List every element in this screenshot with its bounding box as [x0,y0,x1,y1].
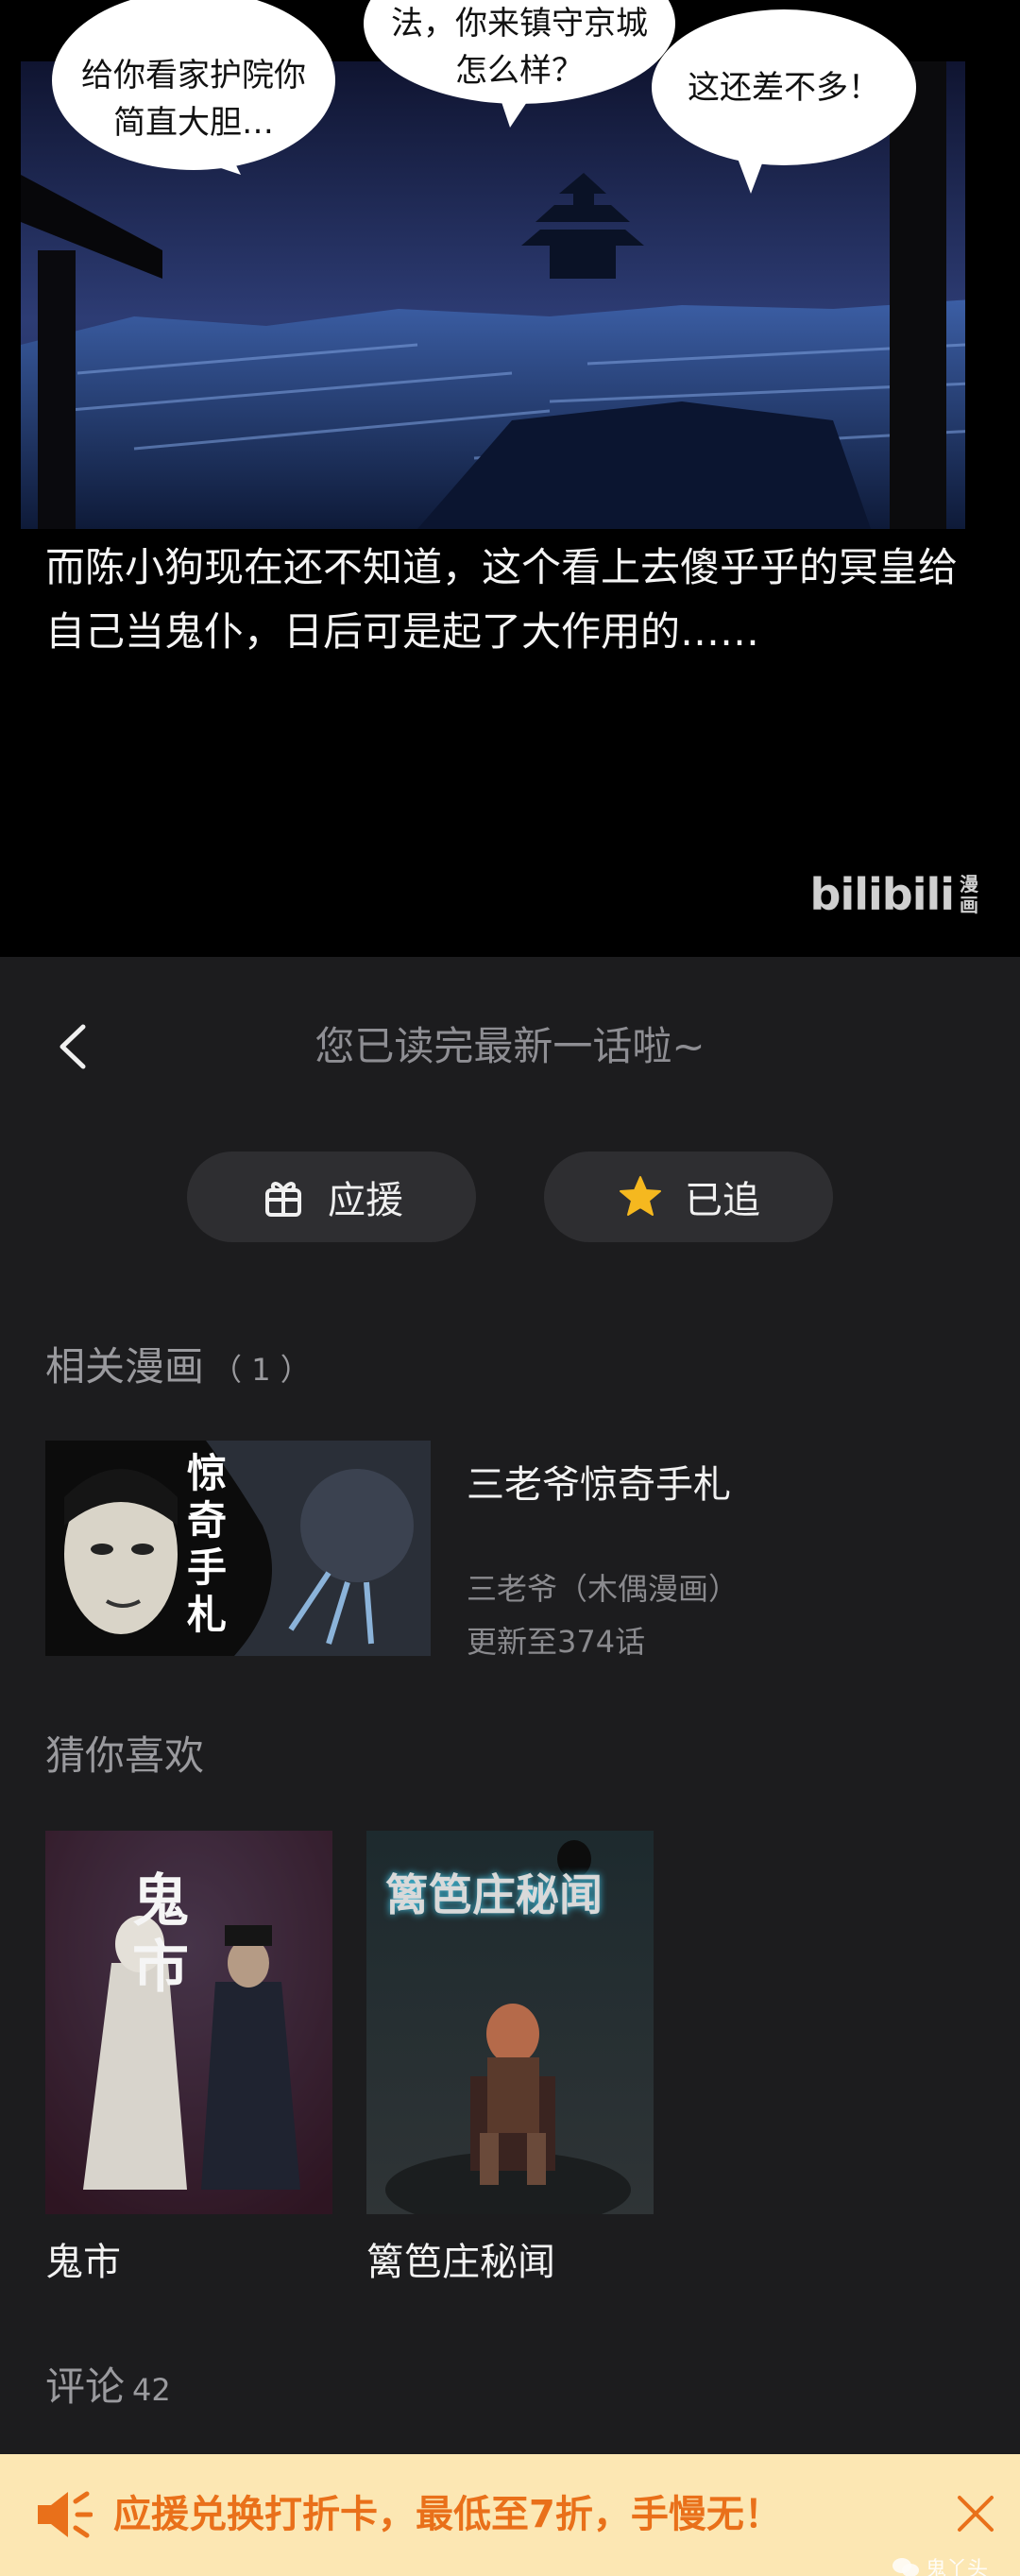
cover-title: 鬼市 [132,1868,189,2001]
promo-banner-text: 应援兑换打折卡，最低至7折，手慢无！ [113,2493,782,2536]
logo-subtext: 漫画 [960,873,978,916]
follow-button[interactable]: 已追 [544,1152,833,1242]
recommended-comic-card[interactable]: 鬼市 鬼市 [45,1831,332,2286]
comments-title-text: 评论 [45,2363,126,2410]
recommended-comic-cover: 鬼市 [45,1831,332,2214]
support-button[interactable]: 应援 [187,1152,476,1242]
bilibili-manga-logo: bilibili 漫画 [810,869,980,920]
bubble-tails [198,99,765,194]
wechat-watermark: 鬼丫头 [892,2552,988,2576]
close-icon [958,2496,994,2532]
narration-text: 而陈小狗现在还不知道，这个看上去傻乎乎的冥皇给自己当鬼仆，日后可是起了大作用的…… [45,544,959,655]
wechat-icon [892,2558,919,2576]
related-comics-title: 相关漫画（ 1 ） [45,1335,311,1392]
promo-banner[interactable]: 应援兑换打折卡，最低至7折，手慢无！ [0,2454,1020,2576]
related-title-text: 相关漫画 [45,1343,205,1390]
recommended-comic-name: 篱笆庄秘闻 [366,2241,555,2284]
recommended-comic-name: 鬼市 [45,2241,121,2284]
wechat-watermark-text: 鬼丫头 [925,2558,988,2576]
banner-close-button[interactable] [952,2490,999,2537]
comments-title[interactable]: 评论 42 [45,2355,171,2413]
comic-panel-area: 给你看家护院你 简直大胆… 法，你来镇守京城 怎么样？ 这还差不多！ 而陈小狗现… [0,0,1020,957]
chapter-end-section: 您已读完最新一话啦~ 应援 已追 相关漫画（ 1 ） 惊奇手札 三老爷惊奇手札 … [0,957,1020,2576]
follow-label: 已追 [685,1179,760,1222]
related-count: （ 1 ） [212,1352,311,1388]
related-comic-update: 更新至374话 [467,1624,646,1660]
related-comic-name: 三老爷惊奇手札 [467,1463,731,1507]
related-comic-cover: 惊奇手札 [45,1441,431,1656]
cover-title: 篱笆庄秘闻 [385,1869,603,1920]
speaker-icon [38,2491,93,2538]
cover-title: 惊奇手札 [187,1450,228,1638]
logo-text: bilibili [809,869,955,920]
page-title: 您已读完最新一话啦~ [314,1023,706,1069]
support-label: 应援 [328,1179,403,1222]
recommended-comic-cover: 篱笆庄秘闻 [366,1831,654,2214]
comments-count: 42 [132,2372,171,2408]
star-icon [617,1173,664,1220]
related-comic-card[interactable]: 惊奇手札 三老爷惊奇手札 三老爷（木偶漫画） 更新至374话 [45,1441,980,1660]
recommended-comic-card[interactable]: 篱笆庄秘闻 篱笆庄秘闻 [366,1831,654,2286]
gift-icon [260,1173,307,1220]
related-comic-author: 三老爷（木偶漫画） [467,1571,740,1607]
recommendations-title: 猜你喜欢 [45,1732,205,1779]
